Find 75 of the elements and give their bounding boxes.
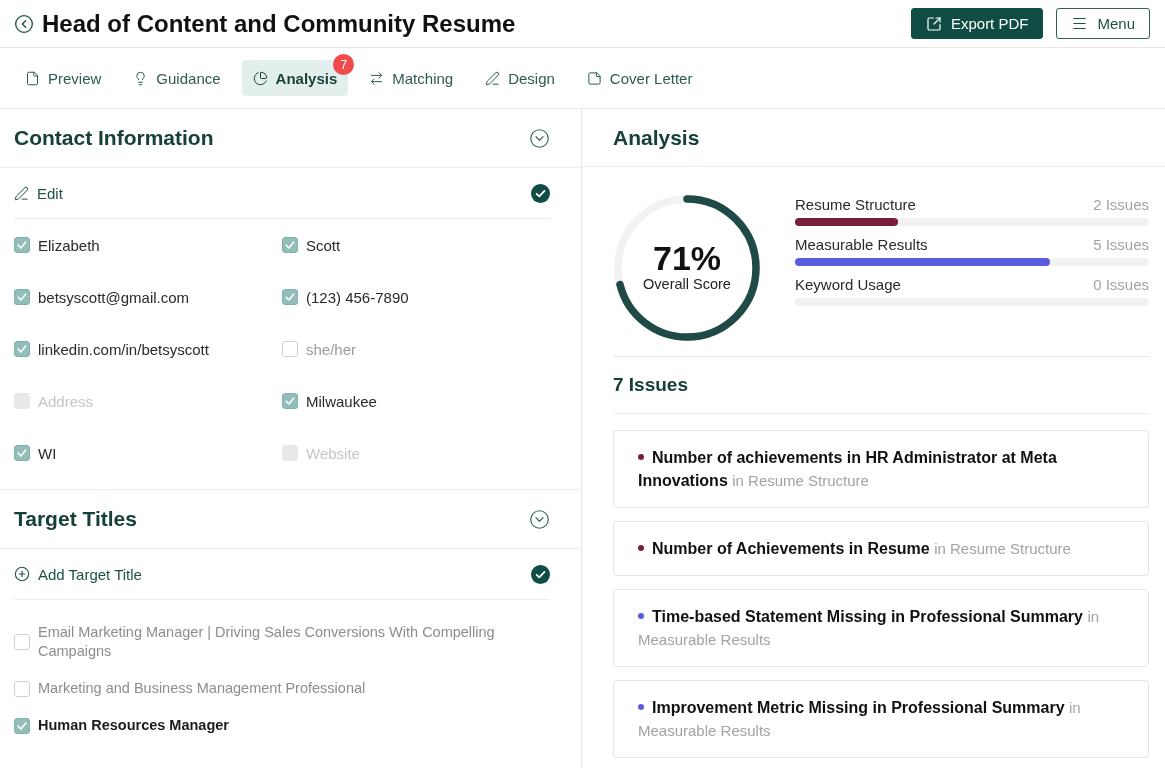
- field-label: linkedin.com/in/betsyscott: [38, 340, 209, 358]
- issue-text: Time-based Statement Missing in Professional Summary in Measurable Results: [638, 608, 1100, 648]
- issue-card[interactable]: Improvement Metric Missing in Professional Summary in Measurable Results: [613, 680, 1149, 758]
- menu-icon: [1071, 15, 1089, 32]
- check-icon: [17, 720, 27, 731]
- issue-card[interactable]: Time-based Statement Missing in Professional Summary in Measurable Results: [613, 589, 1149, 667]
- category-label: Keyword Usage: [795, 276, 901, 294]
- issue-count: 2 Issues: [1093, 196, 1149, 214]
- category-label: Measurable Results: [795, 236, 928, 254]
- field-label: Elizabeth: [38, 236, 100, 254]
- issue-count: 5 Issues: [1093, 236, 1149, 254]
- issue-text: Improvement Metric Missing in Professional Summary in Measurable Results: [638, 699, 1081, 739]
- score-value: 71%: [652, 240, 722, 276]
- issue-card[interactable]: Number of Achievements in Resume in Resume Structure: [613, 521, 1149, 576]
- field-label: Address: [38, 392, 94, 410]
- field-label: WI: [38, 444, 57, 462]
- check-icon: [17, 448, 27, 458]
- plus-circle-icon: [14, 566, 30, 582]
- page-title: Head of Content and Community Resume: [42, 9, 516, 38]
- pie-chart-icon: [252, 70, 268, 86]
- target-title-label: Marketing and Business Management Professional: [38, 679, 366, 698]
- menu-button[interactable]: Menu: [1056, 8, 1150, 39]
- section-title: Target Titles: [14, 507, 137, 531]
- field-label: (123) 456-7890: [306, 288, 409, 306]
- pen-icon: [485, 70, 501, 86]
- pencil-icon: [14, 185, 29, 201]
- check-icon: [285, 292, 295, 302]
- field-label: betsyscott@gmail.com: [38, 288, 190, 306]
- note-icon: [586, 70, 602, 86]
- add-target-title-button[interactable]: Add Target Title: [14, 565, 142, 583]
- issue-count: 0 Issues: [1093, 276, 1149, 294]
- checkbox[interactable]: [14, 717, 30, 734]
- count-badge: 7: [333, 54, 355, 75]
- checkbox[interactable]: [14, 289, 30, 305]
- edit-button[interactable]: Edit: [14, 184, 63, 202]
- checkbox[interactable]: [14, 445, 30, 461]
- field-label: she/her: [306, 340, 357, 358]
- checkbox[interactable]: [282, 237, 298, 253]
- check-icon: [17, 344, 27, 354]
- section-title: Analysis: [613, 125, 700, 150]
- chevron-down-icon[interactable]: [529, 127, 550, 149]
- issue-text: Number of achievements in HR Administrator at Meta Innovations in Resume Structure: [638, 449, 1057, 489]
- tab[interactable]: Preview: [14, 60, 113, 96]
- issues-heading: 7 Issues: [613, 374, 688, 396]
- tab[interactable]: Guidance: [122, 60, 232, 96]
- tab[interactable]: Design: [474, 60, 566, 96]
- checkbox[interactable]: [14, 634, 30, 650]
- export-pdf-button[interactable]: Export PDF: [910, 8, 1044, 39]
- checkbox[interactable]: [282, 341, 298, 357]
- back-icon[interactable]: [14, 13, 34, 34]
- tab[interactable]: Cover Letter: [575, 60, 704, 96]
- checkbox[interactable]: [14, 237, 30, 253]
- check-icon: [285, 396, 295, 406]
- checkbox[interactable]: [282, 289, 298, 305]
- target-title-label: Email Marketing Manager | Driving Sales Conversions With Compelling Campaigns: [38, 623, 496, 661]
- swap-arrows-icon: [369, 70, 385, 86]
- tab[interactable]: Matching: [358, 60, 465, 96]
- chevron-down-icon[interactable]: [529, 508, 550, 530]
- score-label: Overall Score: [643, 276, 731, 292]
- issue-card[interactable]: Number of achievements in HR Administrator at Meta Innovations in Resume Structure: [613, 430, 1149, 508]
- file-icon: [25, 70, 40, 86]
- checkbox[interactable]: [282, 393, 298, 409]
- category-label: Resume Structure: [795, 196, 916, 214]
- issue-text: Number of Achievements in Resume in Resume Structure: [652, 540, 1071, 557]
- target-title-label: Human Resources Manager: [38, 716, 229, 735]
- checkbox[interactable]: [14, 341, 30, 357]
- field-label: Scott: [306, 236, 341, 254]
- check-icon: [17, 240, 27, 250]
- check-icon: [17, 292, 27, 302]
- check-icon: [285, 240, 295, 250]
- checkbox[interactable]: [14, 680, 30, 697]
- export-icon: [925, 15, 942, 32]
- field-label: Milwaukee: [306, 392, 377, 410]
- section-title: Contact Information: [14, 126, 214, 150]
- field-label: Website: [306, 444, 360, 462]
